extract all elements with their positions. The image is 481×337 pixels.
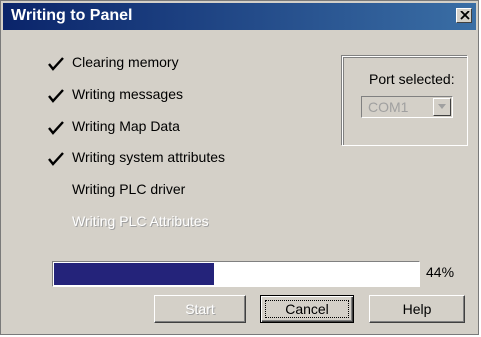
start-button-label: Start — [185, 301, 215, 317]
checkmark-icon — [48, 121, 64, 135]
title-bar: Writing to Panel — [3, 3, 476, 30]
progress-bar — [52, 261, 420, 287]
step-writing-system-attributes: Writing system attributes — [72, 149, 226, 165]
progress-percent: 44% — [426, 264, 455, 280]
cancel-button-label: Cancel — [285, 301, 329, 317]
close-button[interactable] — [456, 8, 472, 23]
port-select-value: COM1 — [368, 99, 409, 115]
start-button[interactable]: Start — [154, 295, 246, 323]
cancel-button[interactable]: Cancel — [260, 295, 354, 323]
port-selected-label: Port selected: — [369, 71, 455, 87]
dropdown-arrow-icon — [438, 104, 446, 109]
close-icon — [460, 11, 470, 20]
port-dropdown-button[interactable] — [433, 98, 451, 116]
port-select[interactable]: COM1 — [361, 96, 453, 118]
step-clearing-memory: Clearing memory — [72, 54, 179, 70]
help-button-label: Help — [402, 301, 432, 317]
step-writing-messages: Writing messages — [72, 86, 184, 102]
step-writing-plc-attributes: Writing PLC Attributes — [72, 213, 209, 229]
checkmark-icon — [48, 152, 64, 166]
step-writing-plc-driver: Writing PLC driver — [72, 181, 186, 197]
checkmark-icon — [48, 57, 64, 71]
window-title: Writing to Panel — [11, 7, 133, 24]
help-button[interactable]: Help — [369, 295, 465, 323]
progress-fill — [54, 263, 214, 285]
checkmark-icon — [48, 89, 64, 103]
step-writing-map-data: Writing Map Data — [72, 118, 180, 134]
